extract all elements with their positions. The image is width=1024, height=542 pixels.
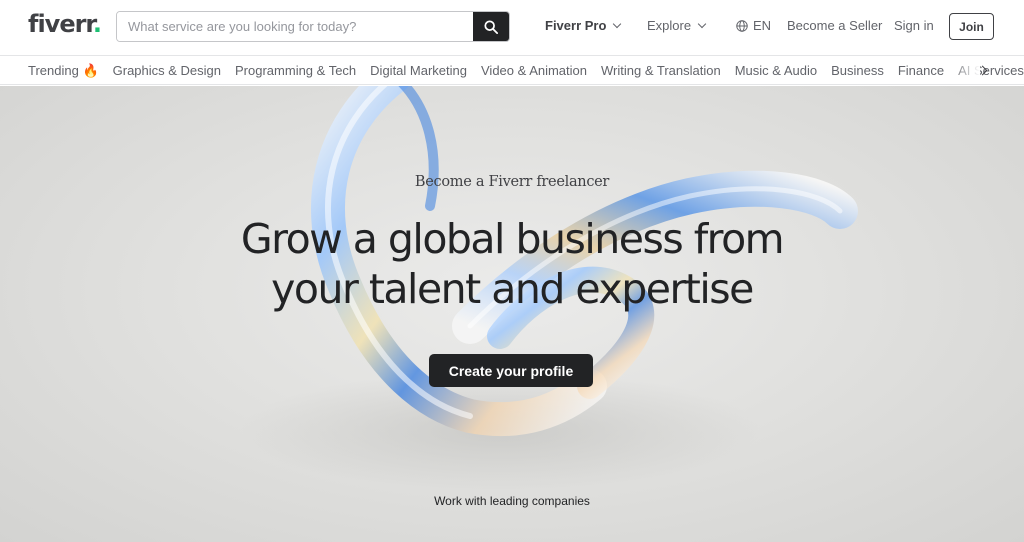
category-programming-tech[interactable]: Programming & Tech <box>235 63 356 79</box>
search-input[interactable] <box>117 12 473 41</box>
category-finance[interactable]: Finance <box>898 63 944 79</box>
search-bar <box>116 11 510 42</box>
logo-text: fiverr <box>28 10 94 38</box>
fiverr-pro-menu[interactable]: Fiverr Pro <box>545 18 622 33</box>
hero-headline-line-1: Grow a global business from <box>240 215 785 263</box>
hero-headline-line-2: your talent and expertise <box>271 265 754 313</box>
hero-headline: Grow a global business from your talent … <box>0 214 1024 314</box>
site-header: fiverr. Fiverr Pro Explore EN Become a S… <box>0 0 1024 56</box>
category-fade <box>950 57 980 84</box>
logo-dot: . <box>92 10 102 38</box>
category-trending[interactable]: Trending 🔥 <box>28 63 99 79</box>
category-video-animation[interactable]: Video & Animation <box>481 63 587 79</box>
search-button[interactable] <box>473 12 509 41</box>
hero-section: Become a Fiverr freelancer Grow a global… <box>0 86 1024 542</box>
category-list: Trending 🔥 Graphics & Design Programming… <box>28 63 1024 79</box>
category-music-audio[interactable]: Music & Audio <box>735 63 817 79</box>
fiverr-logo[interactable]: fiverr. <box>28 10 102 38</box>
category-graphics-design[interactable]: Graphics & Design <box>113 63 221 79</box>
chevron-down-icon <box>613 19 622 28</box>
join-button[interactable]: Join <box>949 13 994 40</box>
create-profile-button[interactable]: Create your profile <box>429 354 593 387</box>
category-writing-translation[interactable]: Writing & Translation <box>601 63 721 79</box>
category-business[interactable]: Business <box>831 63 884 79</box>
glass-ribbon-illustration <box>240 86 858 491</box>
fiverr-pro-label: Fiverr Pro <box>545 18 607 33</box>
explore-label: Explore <box>647 18 692 33</box>
category-digital-marketing[interactable]: Digital Marketing <box>370 63 467 79</box>
category-bar: Trending 🔥 Graphics & Design Programming… <box>0 57 1024 85</box>
sign-in-link[interactable]: Sign in <box>894 18 934 33</box>
explore-menu[interactable]: Explore <box>647 18 707 33</box>
globe-icon <box>736 19 748 32</box>
language-selector[interactable]: EN <box>736 18 771 33</box>
leading-companies-label: Work with leading companies <box>434 494 590 508</box>
search-icon <box>484 19 498 34</box>
language-label: EN <box>753 18 772 33</box>
become-seller-link[interactable]: Become a Seller <box>787 18 882 33</box>
hero-eyebrow: Become a Fiverr freelancer <box>414 174 610 190</box>
chevron-down-icon <box>697 19 707 28</box>
